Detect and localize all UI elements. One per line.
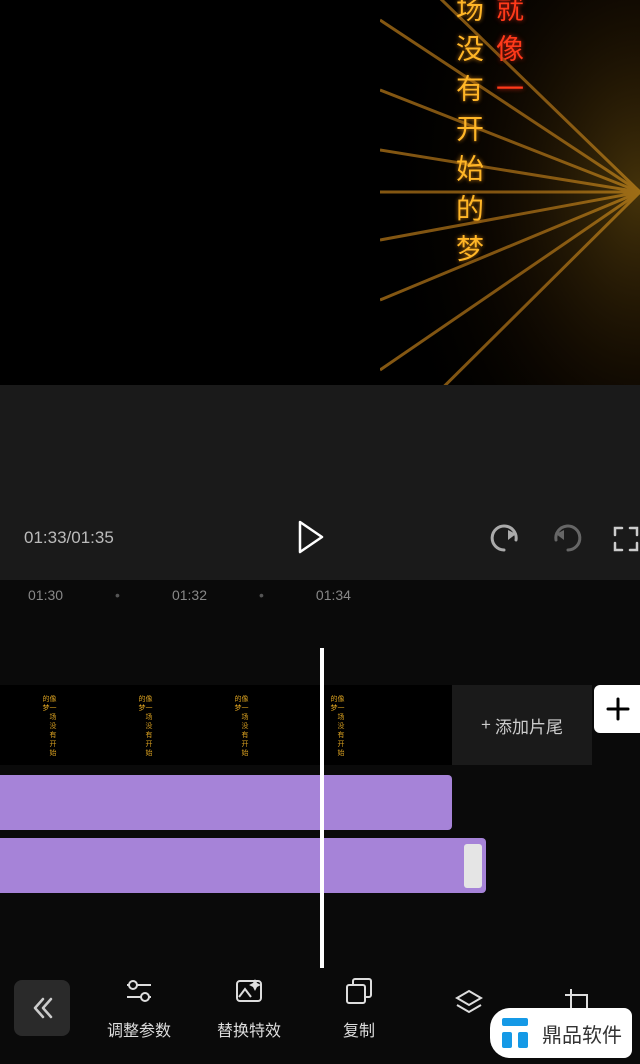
play-button[interactable] (296, 520, 324, 554)
layers-icon (453, 987, 485, 1019)
fullscreen-button[interactable] (612, 525, 640, 553)
watermark-badge: 鼎品软件 (490, 1008, 632, 1058)
effect-track-1[interactable] (0, 775, 452, 830)
preview-vertical-text: 就像一 场没有开始的梦 (448, 0, 528, 274)
clip-thumb[interactable]: 像一场没有开始的梦 (288, 685, 384, 765)
copy-button[interactable]: 复制 (304, 975, 414, 1041)
video-preview[interactable]: 就像一 场没有开始的梦 (0, 0, 640, 385)
effect-track-2[interactable] (0, 838, 486, 893)
ruler-tick: 01:32 (172, 587, 207, 603)
chevron-left-double-icon (29, 995, 55, 1021)
plus-icon (604, 695, 632, 723)
sparkle-image-icon (233, 975, 265, 1007)
video-track[interactable]: 像一场没有开始的梦 像一场没有开始的梦 像一场没有开始的梦 像一场没有开始的梦 (0, 685, 452, 765)
plus-icon: + (481, 715, 491, 735)
playhead[interactable] (320, 648, 324, 968)
undo-button[interactable] (486, 520, 522, 554)
clip-handle[interactable] (464, 844, 482, 888)
playback-controls: 01:33/01:35 (0, 385, 640, 580)
time-display: 01:33/01:35 (24, 528, 114, 548)
brand-logo-icon (494, 1012, 536, 1054)
clip-thumb[interactable]: 像一场没有开始的梦 (96, 685, 192, 765)
clip-thumb[interactable]: 像一场没有开始的梦 (0, 685, 96, 765)
timeline-area[interactable]: 像一场没有开始的梦 像一场没有开始的梦 像一场没有开始的梦 像一场没有开始的梦 … (0, 610, 640, 950)
ruler-dot: • (259, 587, 264, 603)
watermark-text: 鼎品软件 (542, 1019, 622, 1048)
replace-effect-button[interactable]: 替换特效 (194, 975, 304, 1041)
ruler-tick: 01:30 (28, 587, 63, 603)
add-clip-button[interactable] (594, 685, 640, 733)
add-ending-button[interactable]: + 添加片尾 (452, 685, 592, 765)
copy-icon (343, 975, 375, 1007)
collapse-button[interactable] (14, 980, 70, 1036)
timeline-ruler[interactable]: 01:30 • 01:32 • 01:34 (0, 580, 640, 610)
ruler-tick: 01:34 (316, 587, 351, 603)
redo-button[interactable] (550, 520, 586, 554)
ruler-dot: • (115, 587, 120, 603)
adjust-params-button[interactable]: 调整参数 (84, 975, 194, 1041)
clip-thumb[interactable] (384, 685, 452, 765)
sliders-icon (123, 975, 155, 1007)
clip-thumb[interactable]: 像一场没有开始的梦 (192, 685, 288, 765)
